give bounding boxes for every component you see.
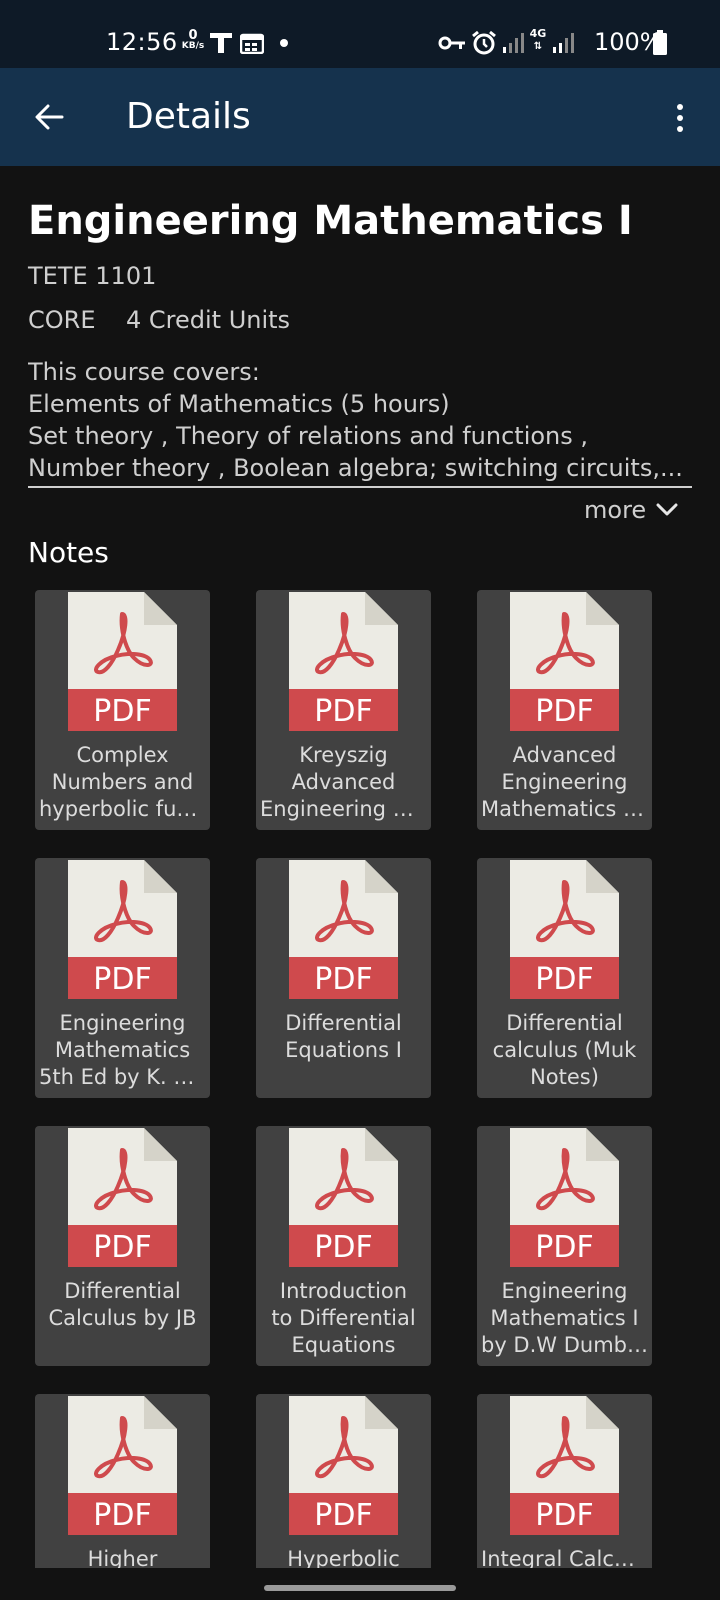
pdf-file-icon: PDF: [289, 860, 398, 999]
pdf-label: PDF: [535, 1230, 593, 1265]
pdf-label: PDF: [93, 1498, 151, 1533]
pdf-file-icon: PDF: [68, 1396, 177, 1535]
pdf-label: PDF: [314, 1498, 372, 1533]
note-title-line: by D.W Dumba...: [481, 1333, 648, 1357]
pdf-label: PDF: [314, 1230, 372, 1265]
pdf-file-icon: PDF: [510, 860, 619, 999]
note-title: Introduction to Differential Equations: [260, 1278, 427, 1359]
pdf-file-icon: PDF: [289, 1128, 398, 1267]
note-title: Differential calculus (Muk Notes): [481, 1010, 648, 1091]
pdf-file-icon: PDF: [289, 1396, 398, 1535]
pdf-label: PDF: [314, 962, 372, 997]
note-title-line: Complex: [76, 743, 169, 767]
pdf-label: PDF: [535, 694, 593, 729]
home-gesture-handle[interactable]: [264, 1585, 456, 1591]
note-title-line: Equations I: [285, 1038, 402, 1062]
note-title: Kreyszig Advanced Engineering M...: [260, 742, 427, 823]
note-card[interactable]: PDF Differential Equations I: [256, 858, 431, 1098]
note-title-line: Mathematics: [54, 1038, 191, 1062]
note-title-line: Engineering: [59, 1011, 186, 1035]
note-card[interactable]: PDF Engineering Mathematics I by D.W Dumba.…: [477, 1126, 652, 1366]
note-title: Engineering Mathematics I by D.W Dumba...: [481, 1278, 648, 1359]
note-card[interactable]: PDF Kreyszig Advanced Engineering M...: [256, 590, 431, 830]
note-title-line: Mathematics I: [490, 1306, 639, 1330]
note-card[interactable]: PDF Differential Calculus by JB: [35, 1126, 210, 1366]
note-title-line: Equations: [291, 1333, 396, 1357]
note-title: Complex Numbers and hyperbolic fun...: [39, 742, 206, 823]
note-card[interactable]: PDF Engineering Mathematics 5th Ed by K. A.…: [35, 858, 210, 1098]
note-title: Differential Equations I: [260, 1010, 427, 1064]
note-title-line: Notes): [530, 1065, 599, 1089]
pdf-file-icon: PDF: [510, 592, 619, 731]
pdf-file-icon: PDF: [68, 592, 177, 731]
note-card[interactable]: PDF Complex Numbers and hyperbolic fun...: [35, 590, 210, 830]
pdf-file-icon: PDF: [510, 1128, 619, 1267]
note-title-line: Numbers and: [51, 770, 194, 794]
note-title-line: Advanced: [512, 743, 617, 767]
pdf-file-icon: PDF: [68, 1128, 177, 1267]
note-title-line: to Differential: [271, 1306, 416, 1330]
note-title-line: Kreyszig: [299, 743, 388, 767]
pdf-file-icon: PDF: [510, 1396, 619, 1535]
note-title: Differential Calculus by JB: [39, 1278, 206, 1332]
note-title-line: 5th Ed by K. A. ...: [39, 1065, 206, 1089]
note-title-line: Differential: [64, 1279, 181, 1303]
pdf-label: PDF: [93, 1230, 151, 1265]
pdf-file-icon: PDF: [289, 592, 398, 731]
pdf-label: PDF: [93, 694, 151, 729]
pdf-label: PDF: [314, 694, 372, 729]
note-title-line: Differential: [285, 1011, 402, 1035]
navigation-bar: [0, 1568, 720, 1600]
note-title: Engineering Mathematics 5th Ed by K. A. ..…: [39, 1010, 206, 1091]
note-card[interactable]: PDF Introduction to Differential Equations: [256, 1126, 431, 1366]
note-card[interactable]: PDF Differential calculus (Muk Notes): [477, 858, 652, 1098]
note-title-line: Engineering: [501, 1279, 628, 1303]
pdf-label: PDF: [535, 962, 593, 997]
pdf-label: PDF: [535, 1498, 593, 1533]
note-title-line: Engineering M...: [260, 797, 427, 821]
note-title-line: Advanced: [291, 770, 396, 794]
note-title-line: Mathematics 7...: [481, 797, 648, 821]
note-title: Advanced Engineering Mathematics 7...: [481, 742, 648, 823]
note-title-line: Introduction: [279, 1279, 408, 1303]
notes-grid: PDF Complex Numbers and hyperbolic fun... PD…: [0, 0, 720, 1600]
note-title-line: Engineering: [501, 770, 628, 794]
note-title-line: Calculus by JB: [48, 1306, 197, 1330]
note-title-line: hyperbolic fun...: [39, 797, 206, 821]
pdf-file-icon: PDF: [68, 860, 177, 999]
note-title-line: calculus (Muk: [492, 1038, 637, 1062]
pdf-label: PDF: [93, 962, 151, 997]
note-title-line: Differential: [506, 1011, 623, 1035]
note-card[interactable]: PDF Advanced Engineering Mathematics 7...: [477, 590, 652, 830]
